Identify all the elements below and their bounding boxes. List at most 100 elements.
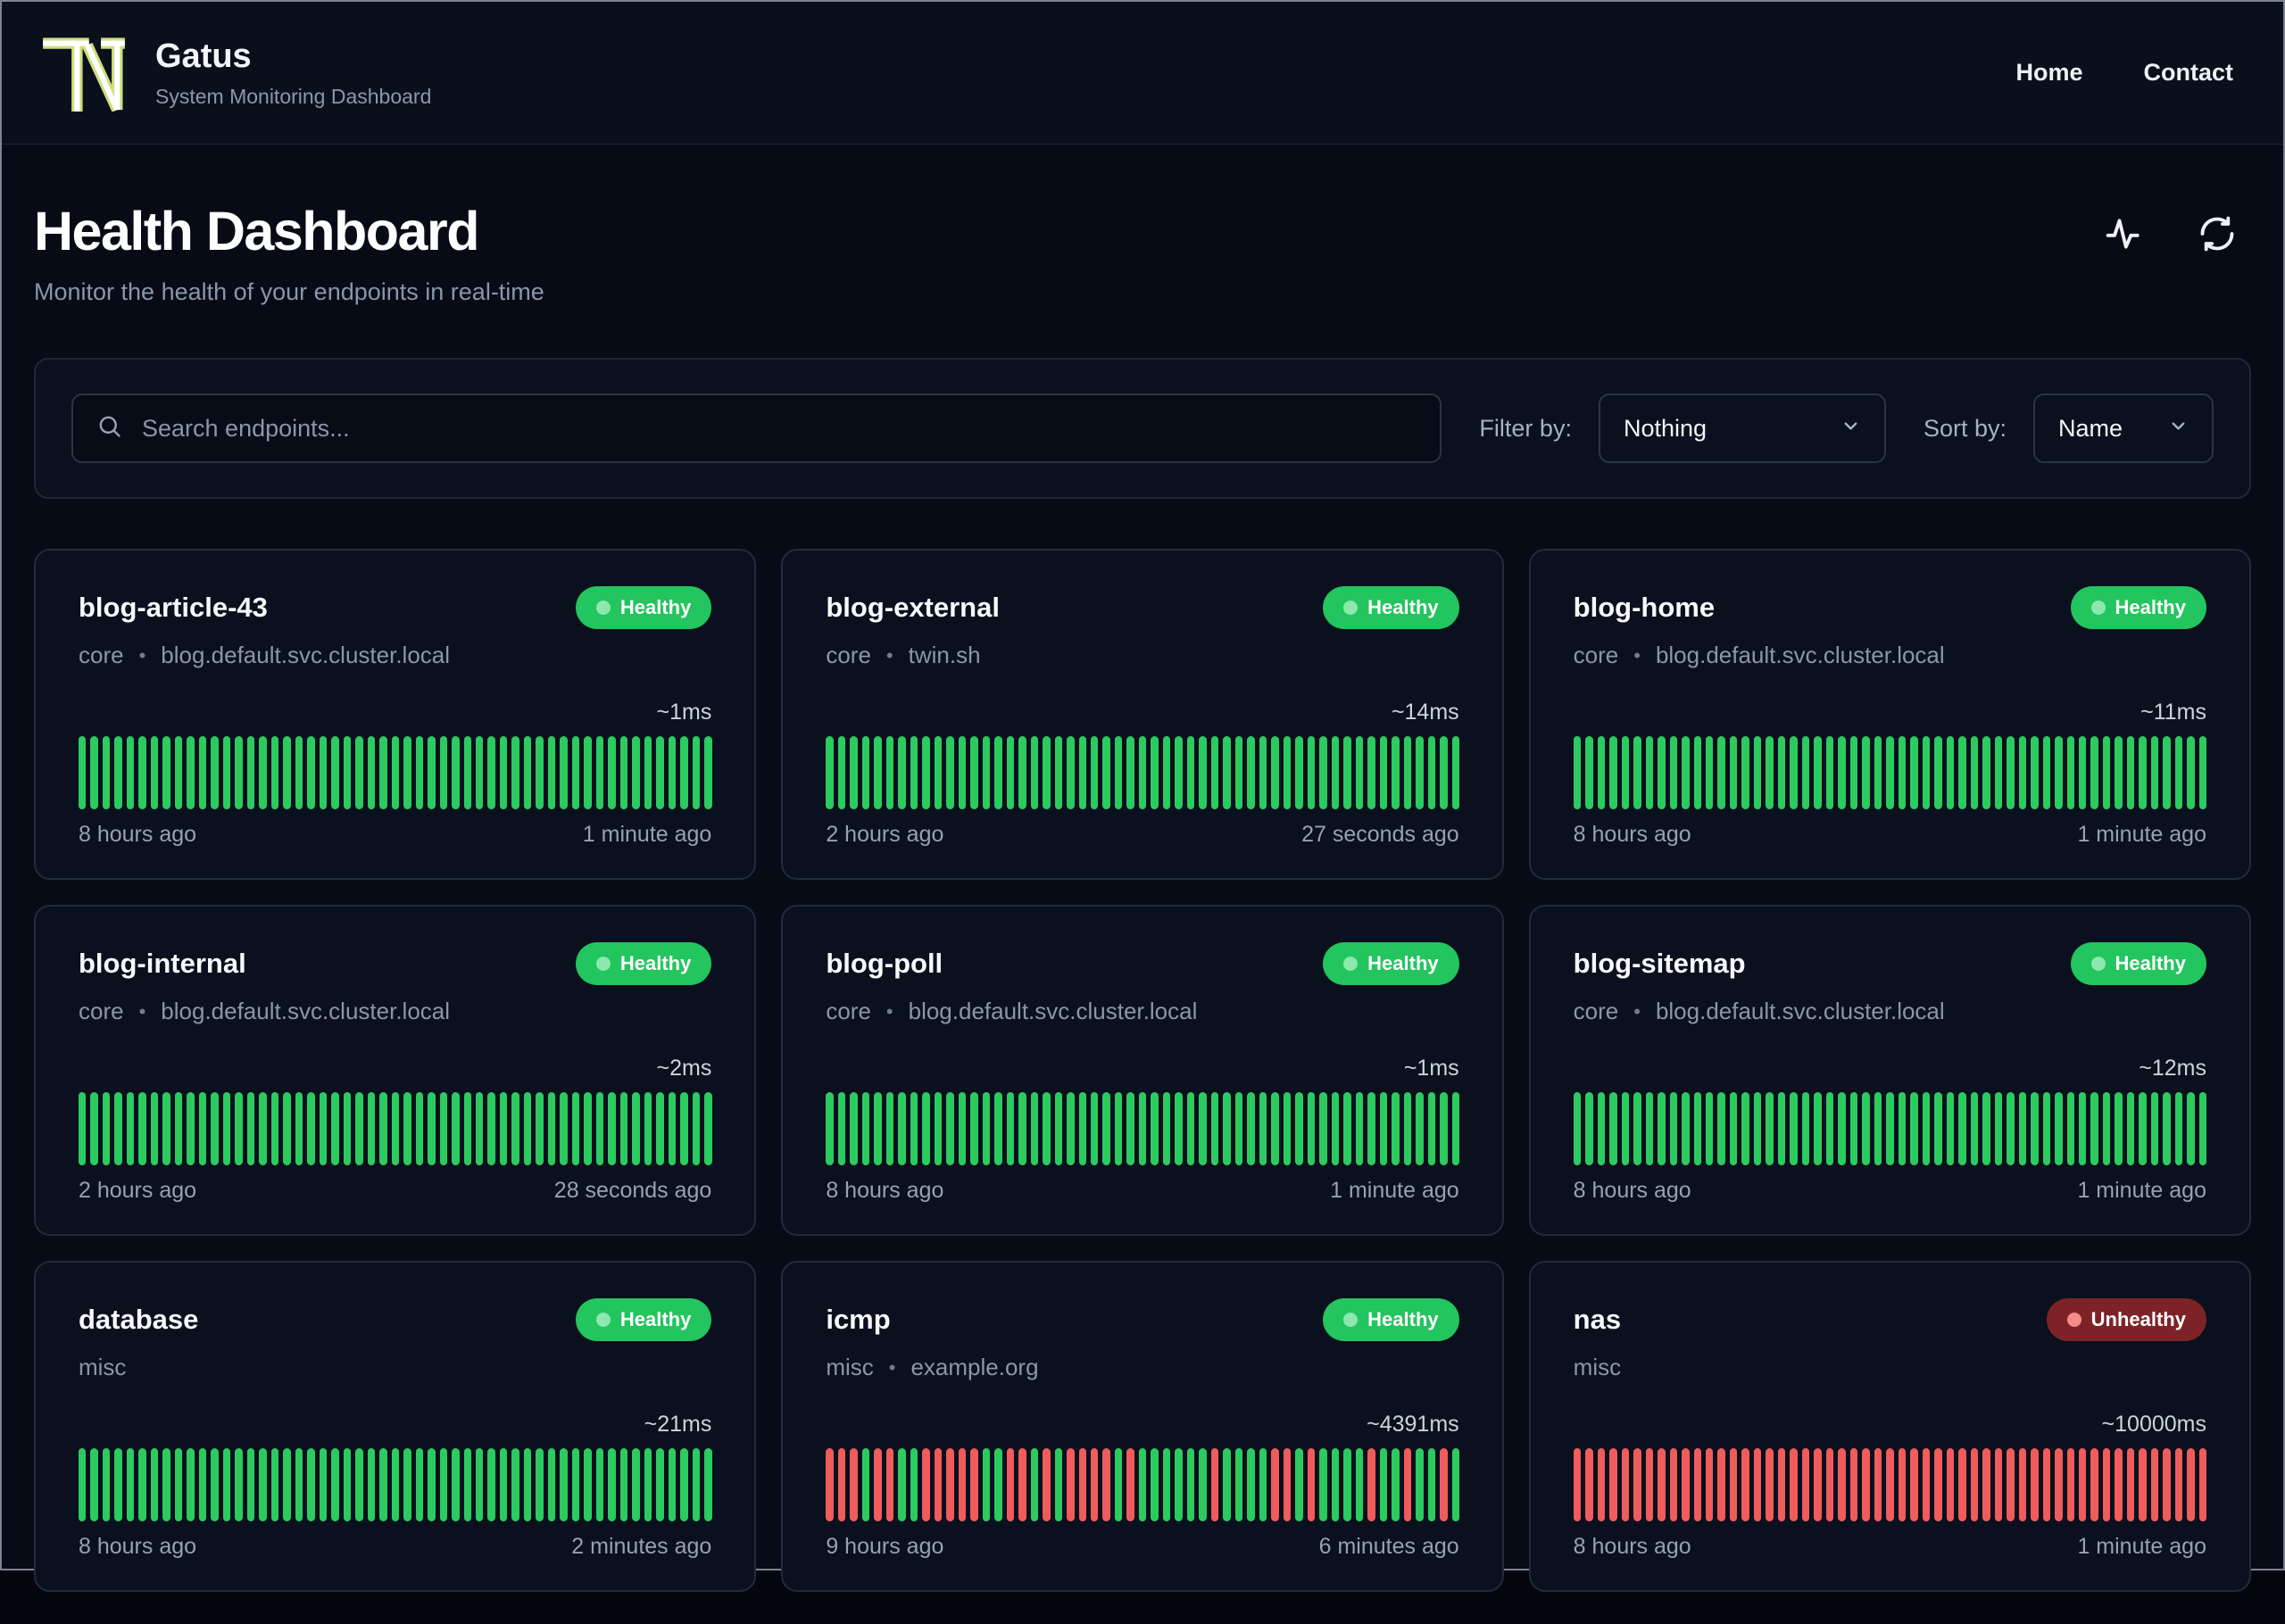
history-bar[interactable] [1982,1092,1990,1165]
history-bar[interactable] [1934,736,1942,809]
history-bar[interactable] [114,736,122,809]
history-bar[interactable] [692,1092,701,1165]
history-bar[interactable] [910,1092,918,1165]
history-bar[interactable] [1343,736,1351,809]
history-bar[interactable] [174,1448,183,1521]
history-bar[interactable] [187,1092,195,1165]
history-bar[interactable] [668,1448,677,1521]
history-bar[interactable] [874,1448,882,1521]
history-bar[interactable] [608,1448,616,1521]
history-bar[interactable] [1910,1092,1918,1165]
history-bar[interactable] [102,1092,111,1165]
endpoint-card[interactable]: blog-internal Healthy core • blog.defaul… [34,905,757,1236]
history-bar[interactable] [970,1092,978,1165]
history-bar[interactable] [1705,1448,1714,1521]
history-bar[interactable] [1271,1448,1279,1521]
history-bar[interactable] [1186,1448,1195,1521]
history-bar[interactable] [523,1448,532,1521]
history-bar[interactable] [2066,736,2074,809]
history-bar[interactable] [1766,1092,1774,1165]
history-bar[interactable] [162,736,170,809]
filter-select[interactable]: Nothing [1598,394,1886,463]
history-bar[interactable] [1766,1448,1774,1521]
history-bar[interactable] [222,1448,231,1521]
history-bar[interactable] [1283,1448,1292,1521]
history-bar[interactable] [246,1092,255,1165]
history-bar[interactable] [1223,736,1231,809]
history-bar[interactable] [391,1448,400,1521]
history-bar[interactable] [1669,736,1678,809]
history-bar[interactable] [1814,1448,1822,1521]
history-bar[interactable] [79,736,87,809]
history-bar[interactable] [1741,1092,1749,1165]
history-bar[interactable] [1874,736,1882,809]
history-bar[interactable] [946,1092,954,1165]
history-bar[interactable] [1970,1092,1979,1165]
history-bar[interactable] [536,1448,544,1521]
history-bar[interactable] [1102,1092,1110,1165]
history-bar[interactable] [1175,1448,1183,1521]
history-bar[interactable] [608,1092,616,1165]
history-bar[interactable] [898,736,906,809]
history-bar[interactable] [235,736,243,809]
history-bar[interactable] [704,1092,712,1165]
history-bar[interactable] [1271,1092,1279,1165]
history-bar[interactable] [1199,1092,1207,1165]
history-bar[interactable] [246,736,255,809]
history-bar[interactable] [1138,736,1147,809]
history-bar[interactable] [1994,1092,2003,1165]
history-bar[interactable] [403,1448,411,1521]
history-bar[interactable] [452,1092,460,1165]
history-bar[interactable] [571,736,580,809]
history-bar[interactable] [1729,1092,1738,1165]
history-bar[interactable] [403,1092,411,1165]
history-bar[interactable] [584,736,592,809]
history-bar[interactable] [982,1092,991,1165]
history-bar[interactable] [1392,1448,1400,1521]
endpoint-card[interactable]: database Healthy misc ~21ms 8 hours ago … [34,1261,757,1592]
history-bar[interactable] [391,736,400,809]
history-bar[interactable] [2126,1448,2135,1521]
history-bar[interactable] [1126,1092,1134,1165]
uptime-history-bars[interactable] [1573,736,2207,809]
history-bar[interactable] [1753,1448,1762,1521]
history-bar[interactable] [2139,736,2147,809]
history-bar[interactable] [2198,1092,2207,1165]
history-bar[interactable] [1392,1092,1400,1165]
history-bar[interactable] [1645,1448,1654,1521]
history-bar[interactable] [1849,736,1858,809]
history-bar[interactable] [680,736,688,809]
history-bar[interactable] [2174,1092,2183,1165]
history-bar[interactable] [2187,736,2195,809]
history-bar[interactable] [1621,736,1630,809]
history-bar[interactable] [826,736,834,809]
history-bar[interactable] [235,1448,243,1521]
history-bar[interactable] [499,1092,508,1165]
history-bar[interactable] [2139,1448,2147,1521]
history-bar[interactable] [704,736,712,809]
uptime-history-bars[interactable] [79,736,712,809]
history-bar[interactable] [934,736,943,809]
history-bar[interactable] [1753,736,1762,809]
history-bar[interactable] [259,1448,267,1521]
history-bar[interactable] [1054,736,1063,809]
history-bar[interactable] [1343,1092,1351,1165]
history-bar[interactable] [970,1448,978,1521]
history-bar[interactable] [1874,1448,1882,1521]
history-bar[interactable] [1162,736,1171,809]
history-bar[interactable] [994,1092,1002,1165]
history-bar[interactable] [283,736,291,809]
history-bar[interactable] [1777,736,1786,809]
history-bar[interactable] [270,736,279,809]
history-bar[interactable] [2090,1092,2098,1165]
history-bar[interactable] [680,1092,688,1165]
history-bar[interactable] [1054,1448,1063,1521]
history-bar[interactable] [463,736,471,809]
history-bar[interactable] [850,736,858,809]
history-bar[interactable] [1994,1448,2003,1521]
history-bar[interactable] [1838,736,1846,809]
history-bar[interactable] [2150,736,2159,809]
history-bar[interactable] [2174,1448,2183,1521]
history-bar[interactable] [1126,1448,1134,1521]
history-bar[interactable] [1367,736,1375,809]
